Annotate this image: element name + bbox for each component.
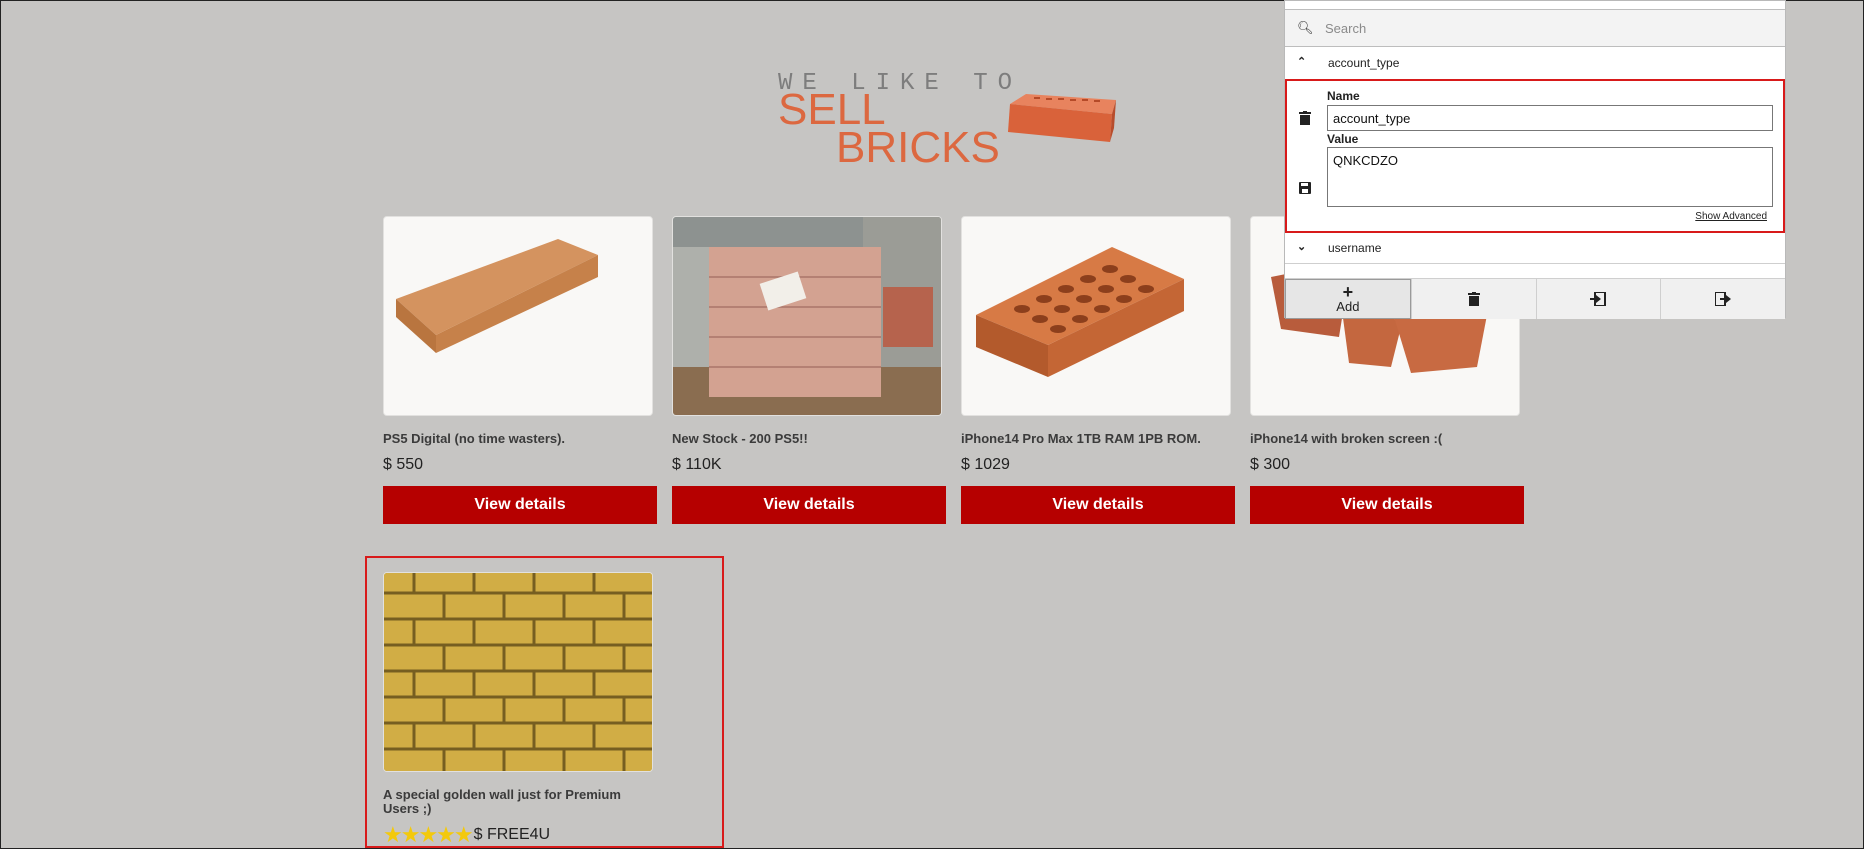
product-title: iPhone14 Pro Max 1TB RAM 1PB ROM. [961,431,1201,446]
search-icon: 🔍︎ [1297,20,1314,35]
product-image[interactable] [383,216,653,416]
view-details-button[interactable]: View details [672,486,946,524]
view-details-button[interactable]: View details [961,486,1235,524]
export-button[interactable] [1660,279,1785,319]
cookie-toolbar: + Add [1285,278,1785,319]
price-value: $ 550 [383,456,424,473]
brick-image [384,217,652,415]
floppy-icon [1299,182,1311,194]
price-value: $ 300 [1250,456,1291,473]
logo-bricks: BRICKS [836,123,1000,172]
product-card: New Stock - 200 PS5!! $ 110K View detail… [672,216,946,524]
view-details-button[interactable]: View details [383,486,657,524]
view-details-button[interactable]: View details [1250,486,1524,524]
cookie-row-account-type[interactable]: ⌃ account_type [1285,50,1785,76]
cookie-row-username[interactable]: ⌄ username [1285,235,1785,261]
price-value: $ 110K [672,456,722,473]
site-logo[interactable]: WE LIKE TO SELL BRICKS [778,68,1118,172]
delete-all-button[interactable] [1410,279,1536,319]
cookie-name: account_type [1328,56,1400,70]
chevron-up-icon[interactable]: ⌃ [1297,55,1306,68]
value-label: Value [1327,132,1359,146]
delete-icon[interactable] [1299,111,1311,128]
product-price: $ 550 [383,456,657,474]
show-advanced-link[interactable]: Show Advanced [1695,211,1767,222]
product-title: New Stock - 200 PS5!! [672,431,808,446]
brick-pallet-image [673,217,941,415]
product-price: ★★★★★ $ FREE4U [383,822,657,848]
cookie-name: username [1328,241,1382,255]
product-price: $ 1029 [961,456,1235,474]
price-value: $ FREE4U [473,826,551,843]
name-label: Name [1327,89,1360,103]
trash-icon [1467,292,1480,306]
search-input[interactable] [1323,17,1767,39]
star-rating: ★★★★★ [383,822,474,847]
product-image[interactable] [672,216,942,416]
divider [1285,263,1785,264]
save-icon[interactable] [1299,181,1311,197]
price-value: $ 1029 [961,456,1010,473]
product-price: $ 110K [672,456,946,474]
logo-brick-icon [1008,94,1116,142]
product-price: $ 300 [1250,456,1524,474]
export-icon [1715,292,1732,306]
cookie-name-field[interactable] [1327,105,1773,131]
import-icon [1590,292,1607,306]
product-card: PS5 Digital (no time wasters). $ 550 Vie… [383,216,657,524]
cookie-search: 🔍︎ [1285,9,1785,47]
cookie-editor-panel: 🔍︎ ⌃ account_type Name Value QNKCDZO Sho… [1284,0,1786,319]
product-title: A special golden wall just for Premium U… [383,787,621,816]
hollow-brick-image [962,217,1230,415]
product-title: iPhone14 with broken screen :( [1250,431,1443,446]
import-button[interactable] [1535,279,1661,319]
product-card: iPhone14 Pro Max 1TB RAM 1PB ROM. $ 1029… [961,216,1235,524]
plus-icon: + [1342,281,1354,302]
premium-product-card: A special golden wall just for Premium U… [383,572,657,848]
golden-wall-image [384,573,652,771]
cookie-detail-form: Name Value QNKCDZO Show Advanced [1285,79,1785,233]
product-image[interactable] [383,572,653,772]
chevron-down-icon[interactable]: ⌄ [1297,240,1306,253]
add-label: Add [1336,298,1360,314]
cookie-value-field[interactable]: QNKCDZO [1327,147,1773,207]
add-cookie-button[interactable]: + Add [1285,279,1411,319]
trash-icon [1299,111,1311,125]
product-image[interactable] [961,216,1231,416]
product-title: PS5 Digital (no time wasters). [383,431,566,446]
